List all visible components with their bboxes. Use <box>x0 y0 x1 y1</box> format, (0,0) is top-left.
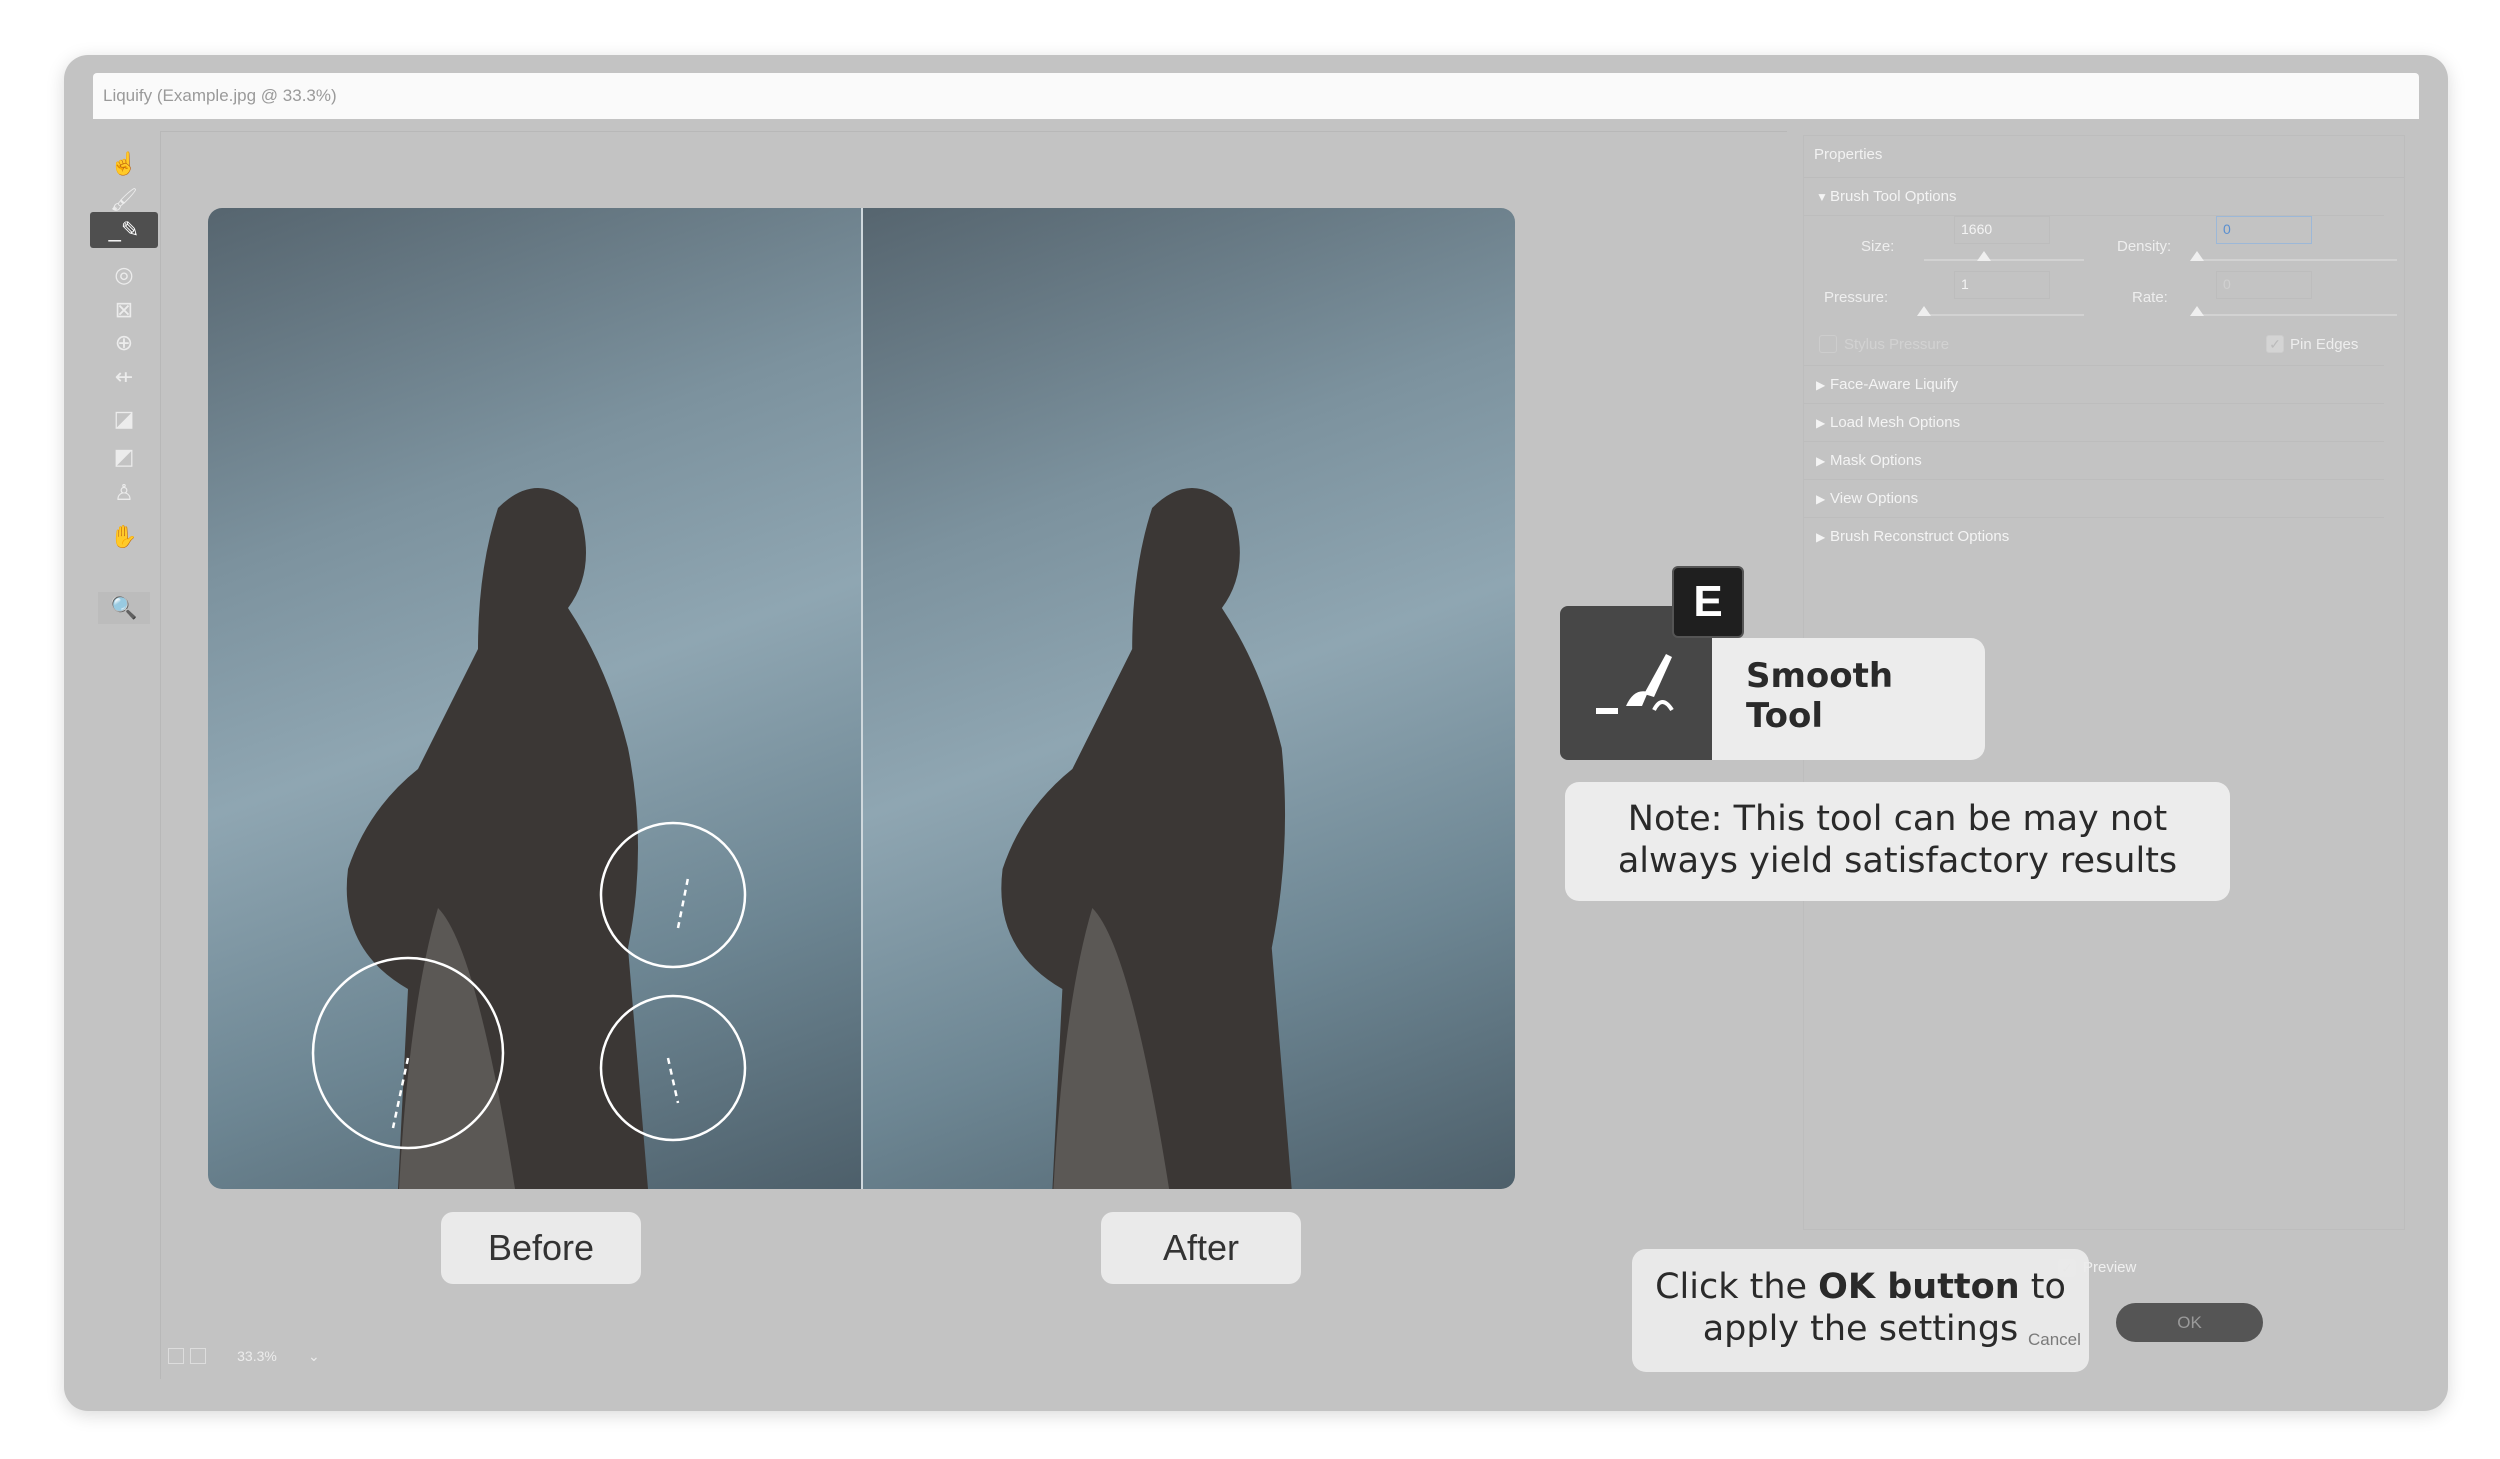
before-label: Before <box>441 1212 641 1284</box>
triangle-right-icon: ▶ <box>1816 454 1826 468</box>
ok-line1: Click the OK button to <box>1655 1267 2066 1307</box>
window-title: Liquify (Example.jpg @ 33.3%) <box>93 73 2419 119</box>
tool-name-line1: Smooth <box>1746 656 1894 696</box>
hand-icon: ✋ <box>110 524 138 549</box>
pin-edges-label: Pin Edges <box>2290 336 2359 353</box>
brush-tool-options: Size: 1660 Density: 0 Pressure: 1 Rate: … <box>1804 216 2397 366</box>
pressure-slider-thumb[interactable] <box>1917 306 1931 316</box>
density-slider-thumb[interactable] <box>2190 251 2204 261</box>
ok-button[interactable]: OK <box>2116 1303 2263 1342</box>
twirl-icon: ◎ <box>114 262 134 287</box>
zoom-out-button[interactable] <box>168 1348 184 1364</box>
zoom-in-button[interactable] <box>190 1348 206 1364</box>
zoom-level[interactable]: 33.3% <box>212 1348 302 1364</box>
pressure-slider[interactable] <box>1924 314 2084 316</box>
triangle-right-icon: ▶ <box>1816 378 1826 392</box>
rate-label: Rate: <box>2132 289 2168 306</box>
section-mask-options[interactable]: ▶ Mask Options <box>1804 442 2384 480</box>
brush-sparkle-icon: 🖌 <box>110 187 138 212</box>
section-view-options[interactable]: ▶ View Options <box>1804 480 2384 518</box>
finger-warp-icon: ☝ <box>110 151 138 176</box>
push-left-icon: ⇷ <box>114 364 134 389</box>
chevron-down-icon[interactable]: ⌄ <box>308 1348 320 1365</box>
tool-panel: ☝ 🖌 _✎ ◎ ⊠ ⊕ ⇷ ◪ ◩ ♙ ✋ 🔍 <box>90 130 158 1380</box>
rate-slider[interactable] <box>2197 314 2397 316</box>
stylus-pressure-checkbox[interactable] <box>1819 335 1837 353</box>
freeze-mask-icon: ◪ <box>113 406 135 431</box>
thaw-mask-icon: ◩ <box>113 444 135 469</box>
pucker-icon: ⊠ <box>114 297 134 322</box>
pin-edges-checkbox[interactable]: ✓ <box>2266 335 2284 353</box>
thaw-mask-tool[interactable]: ◩ <box>90 440 158 474</box>
zoom-tool[interactable]: 🔍 <box>98 592 150 624</box>
push-left-tool[interactable]: ⇷ <box>90 360 158 394</box>
smooth-tool[interactable]: _✎ <box>90 212 158 248</box>
size-slider[interactable] <box>1924 259 2084 261</box>
density-slider[interactable] <box>2197 259 2397 261</box>
freeze-mask-tool[interactable]: ◪ <box>90 402 158 436</box>
properties-title: Properties <box>1804 136 2404 178</box>
pucker-tool[interactable]: ⊠ <box>90 293 158 327</box>
shortcut-key-badge: E <box>1672 566 1744 638</box>
rate-input[interactable]: 0 <box>2216 271 2312 299</box>
note-line2: always yield satisfactory results <box>1617 841 2178 881</box>
rate-slider-thumb[interactable] <box>2190 306 2204 316</box>
section-load-mesh-options[interactable]: ▶ Load Mesh Options <box>1804 404 2384 442</box>
pressure-input[interactable]: 1 <box>1954 271 2050 299</box>
section-brush-reconstruct-options[interactable]: ▶ Brush Reconstruct Options <box>1804 518 2384 556</box>
twirl-tool[interactable]: ◎ <box>90 258 158 292</box>
cancel-button[interactable]: Cancel <box>2028 1330 2081 1350</box>
note-line1: Note: This tool can be may not <box>1627 799 2168 839</box>
smooth-brush-icon: _✎ <box>108 217 140 242</box>
pressure-label: Pressure: <box>1824 289 1889 306</box>
face-tool[interactable]: ♙ <box>90 476 158 510</box>
triangle-right-icon: ▶ <box>1816 530 1826 544</box>
smooth-tool-callout: Smooth Tool <box>1712 638 1985 760</box>
triangle-right-icon: ▶ <box>1816 492 1826 506</box>
tool-name-line2: Tool <box>1746 696 1824 736</box>
preview-label: Preview <box>2083 1259 2137 1276</box>
after-image <box>861 208 1515 1189</box>
forward-warp-tool[interactable]: ☝ <box>90 147 158 181</box>
before-image <box>208 208 861 1189</box>
size-label: Size: <box>1861 238 1895 255</box>
note-callout: Note: This tool can be may not always yi… <box>1565 782 2230 901</box>
hand-tool[interactable]: ✋ <box>90 520 158 554</box>
after-label: After <box>1101 1212 1301 1284</box>
zoom-control: 33.3% ⌄ <box>168 1345 320 1367</box>
ok-instruction-callout: Click the OK button to apply the setting… <box>1632 1249 2089 1372</box>
size-slider-thumb[interactable] <box>1977 251 1991 261</box>
zoom-icon: 🔍 <box>110 595 138 620</box>
brush-tool-options-header[interactable]: ▼ Brush Tool Options <box>1804 178 2384 216</box>
bloat-tool[interactable]: ⊕ <box>90 326 158 360</box>
size-input[interactable]: 1660 <box>1954 216 2050 244</box>
density-label: Density: <box>2117 238 2172 255</box>
density-input[interactable]: 0 <box>2216 216 2312 244</box>
section-face-aware-liquify[interactable]: ▶ Face-Aware Liquify <box>1804 366 2384 404</box>
ok-line2: apply the settings <box>1702 1309 2019 1349</box>
triangle-down-icon: ▼ <box>1816 190 1828 204</box>
bloat-icon: ⊕ <box>114 330 134 355</box>
triangle-right-icon: ▶ <box>1816 416 1826 430</box>
face-icon: ♙ <box>114 480 134 505</box>
stylus-pressure-label: Stylus Pressure <box>1844 336 1950 353</box>
